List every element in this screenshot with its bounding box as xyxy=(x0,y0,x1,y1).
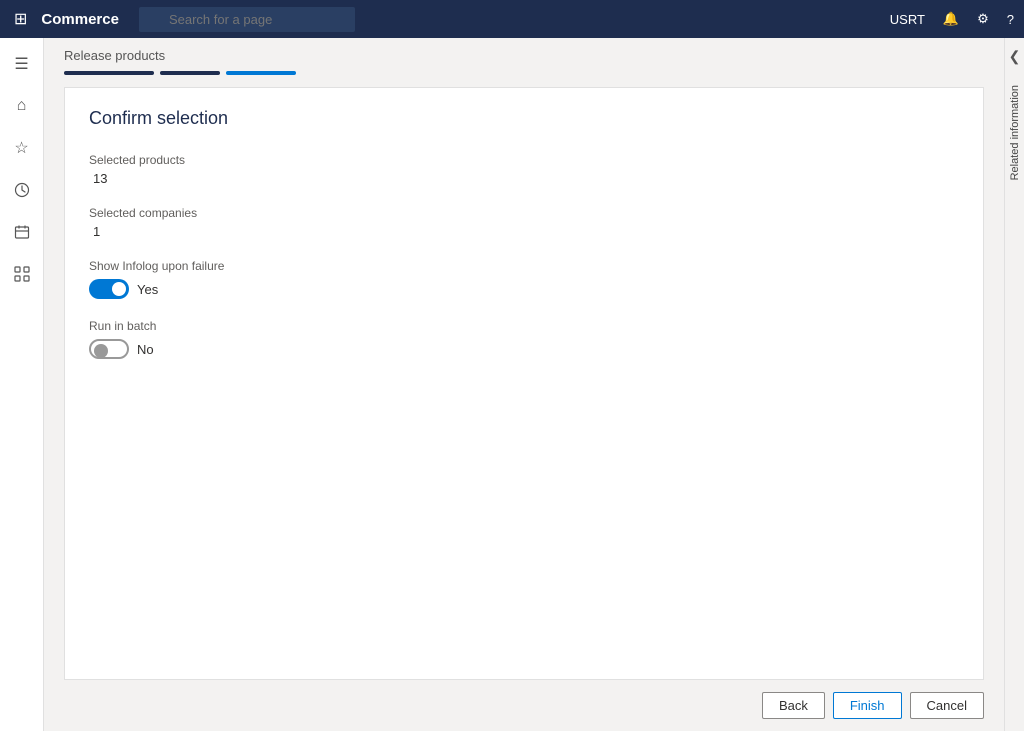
related-information-label: Related information xyxy=(1009,85,1021,180)
run-in-batch-row: Run in batch No xyxy=(89,319,959,359)
notification-icon[interactable]: 🔔 xyxy=(943,11,959,27)
search-input[interactable] xyxy=(139,7,355,32)
page-header: Release products xyxy=(44,38,1004,75)
back-button[interactable]: Back xyxy=(762,692,825,719)
topbar: ⊞ Commerce 🔍 USRT 🔔 ⚙ ? xyxy=(0,0,1024,38)
run-in-batch-toggle[interactable] xyxy=(89,339,129,359)
settings-icon[interactable]: ⚙ xyxy=(977,11,989,27)
sidebar-recent[interactable] xyxy=(4,172,40,208)
selected-products-label: Selected products xyxy=(89,153,959,167)
selected-companies-label: Selected companies xyxy=(89,206,959,220)
show-infolog-toggle[interactable] xyxy=(89,279,129,299)
layout: ☰ ⌂ ☆ xyxy=(0,38,1024,731)
right-panel: ❮ Related information xyxy=(1004,38,1024,731)
wizard-title: Confirm selection xyxy=(89,108,959,129)
run-in-batch-text: No xyxy=(137,342,154,357)
show-infolog-label: Show Infolog upon failure xyxy=(89,259,959,273)
finish-button[interactable]: Finish xyxy=(833,692,902,719)
selected-products-value: 13 xyxy=(89,171,959,186)
help-icon[interactable]: ? xyxy=(1007,12,1014,27)
wizard-footer: Back Finish Cancel xyxy=(44,680,1004,731)
show-infolog-container: Yes xyxy=(89,279,959,299)
main-area: Release products Confirm selection Selec… xyxy=(44,38,1004,731)
sidebar-hamburger[interactable]: ☰ xyxy=(4,46,40,82)
breadcrumb: Release products xyxy=(64,48,984,63)
user-label: USRT xyxy=(890,12,925,27)
sidebar-home[interactable]: ⌂ xyxy=(4,88,40,124)
grid-icon[interactable]: ⊞ xyxy=(10,5,31,33)
show-infolog-text: Yes xyxy=(137,282,158,297)
sidebar-calendar[interactable] xyxy=(4,214,40,250)
run-in-batch-label: Run in batch xyxy=(89,319,959,333)
selected-companies-value: 1 xyxy=(89,224,959,239)
run-in-batch-container: No xyxy=(89,339,959,359)
selected-products-group: Selected products 13 xyxy=(89,153,959,186)
selected-companies-group: Selected companies 1 xyxy=(89,206,959,239)
cancel-button[interactable]: Cancel xyxy=(910,692,984,719)
wizard-area: Confirm selection Selected products 13 S… xyxy=(44,75,1004,680)
sidebar-modules[interactable] xyxy=(4,256,40,292)
topbar-right: USRT 🔔 ⚙ ? xyxy=(890,11,1014,27)
app-title: Commerce xyxy=(41,11,119,28)
sidebar-favorites[interactable]: ☆ xyxy=(4,130,40,166)
search-wrapper: 🔍 xyxy=(139,7,539,32)
sidebar: ☰ ⌂ ☆ xyxy=(0,38,44,731)
show-infolog-row: Show Infolog upon failure Yes xyxy=(89,259,959,299)
wizard-card: Confirm selection Selected products 13 S… xyxy=(64,87,984,680)
collapse-arrow[interactable]: ❮ xyxy=(1009,48,1021,65)
